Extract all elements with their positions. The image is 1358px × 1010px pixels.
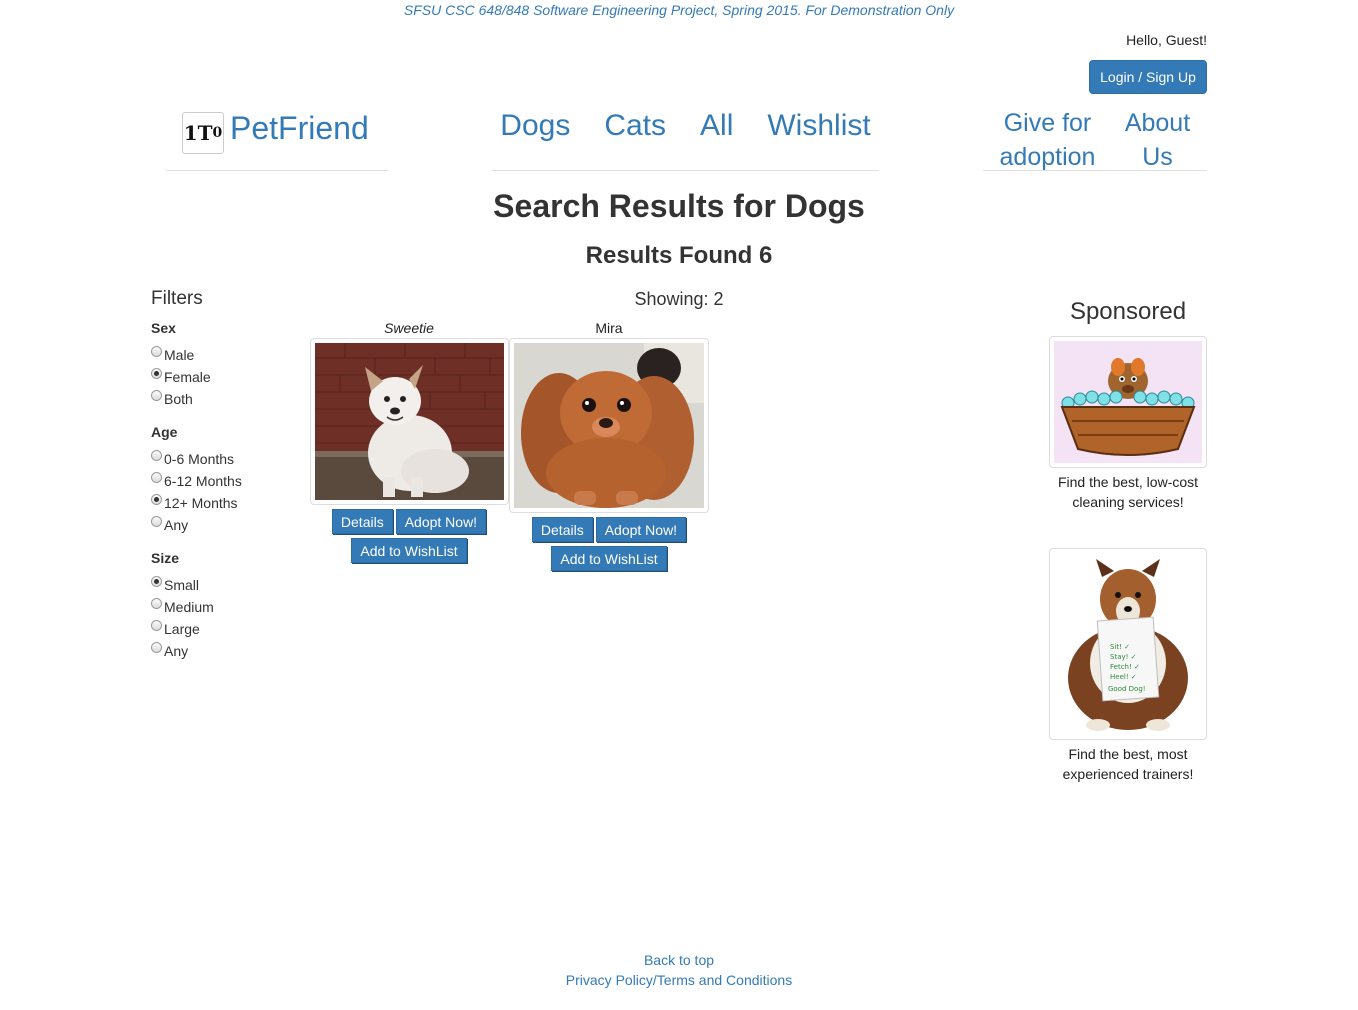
sponsored-ad-training[interactable]: Sit! ✓ Stay! ✓ Fetch! ✓ Heel! ✓ Good Dog… xyxy=(1049,548,1207,784)
svg-text:Good Dog!: Good Dog! xyxy=(1108,685,1146,693)
radio-button[interactable] xyxy=(151,389,162,401)
filter-age: Age 0-6 Months 6-12 Months 12+ Months An… xyxy=(151,424,301,536)
nav-cats[interactable]: Cats xyxy=(604,108,666,144)
filters-panel: Filters Sex Male Female Both Age 0-6 Mon… xyxy=(151,288,301,676)
filter-age-6-12[interactable]: 6-12 Months xyxy=(151,470,301,492)
filter-age-label: Age xyxy=(151,424,178,440)
ad-caption: Find the best, low-cost cleaning service… xyxy=(1057,474,1199,510)
add-to-wishlist-button[interactable]: Add to WishList xyxy=(551,546,667,571)
filter-size-large[interactable]: Large xyxy=(151,618,301,640)
demo-banner: SFSU CSC 648/848 Software Engineering Pr… xyxy=(403,2,955,18)
pet-photo[interactable] xyxy=(309,338,509,505)
filter-size-any[interactable]: Any xyxy=(151,640,301,662)
filter-age-12plus[interactable]: 12+ Months xyxy=(151,492,301,514)
sponsored-ad-cleaning[interactable]: Find the best, low-cost cleaning service… xyxy=(1049,336,1207,512)
filter-size: Size Small Medium Large Any xyxy=(151,550,301,662)
filter-size-medium[interactable]: Medium xyxy=(151,596,301,618)
login-signup-button[interactable]: Login / Sign Up xyxy=(1089,60,1207,94)
nav-dogs[interactable]: Dogs xyxy=(500,108,570,144)
radio-button[interactable] xyxy=(151,641,162,653)
privacy-terms-link[interactable]: Privacy Policy/Terms and Conditions xyxy=(566,972,792,988)
pet-name: Sweetie xyxy=(384,320,434,336)
secondary-nav: Give for adoption About Us xyxy=(983,106,1207,171)
radio-button[interactable] xyxy=(151,449,162,461)
adopt-now-button[interactable]: Adopt Now! xyxy=(395,509,487,534)
svg-text:Heel! ✓: Heel! ✓ xyxy=(1110,673,1137,681)
nav-all[interactable]: All xyxy=(700,108,733,144)
petfriend-logo-icon: 1T0 xyxy=(182,112,224,154)
radio-button-selected[interactable] xyxy=(151,493,162,505)
filter-sex: Sex Male Female Both xyxy=(151,320,301,410)
details-button[interactable]: Details xyxy=(531,517,593,542)
filter-size-small[interactable]: Small xyxy=(151,574,301,596)
filter-age-0-6[interactable]: 0-6 Months xyxy=(151,448,301,470)
ad-image[interactable] xyxy=(1049,336,1207,468)
pet-card: Sweetie Details Adopt Now! Add to WishLi… xyxy=(309,320,509,563)
radio-button[interactable] xyxy=(151,619,162,631)
brand-name-link[interactable]: PetFriend xyxy=(230,108,369,148)
filters-title: Filters xyxy=(151,288,203,309)
radio-button-selected[interactable] xyxy=(151,575,162,587)
svg-text:Fetch! ✓: Fetch! ✓ xyxy=(1110,663,1140,671)
greeting-text: Hello, Guest! xyxy=(1126,32,1207,48)
pet-name: Mira xyxy=(595,320,623,336)
filter-sex-male[interactable]: Male xyxy=(151,344,301,366)
details-button[interactable]: Details xyxy=(331,509,393,534)
brand[interactable]: 1T0 PetFriend xyxy=(166,108,388,171)
trained-dog-illustration: Sit! ✓ Stay! ✓ Fetch! ✓ Heel! ✓ Good Dog… xyxy=(1054,553,1202,735)
radio-button-selected[interactable] xyxy=(151,367,162,379)
nav-about-us[interactable]: About Us xyxy=(1118,106,1198,171)
filter-size-label: Size xyxy=(151,550,180,566)
ad-image[interactable]: Sit! ✓ Stay! ✓ Fetch! ✓ Heel! ✓ Good Dog… xyxy=(1049,548,1207,740)
white-dog-photo xyxy=(314,343,504,500)
ad-caption: Find the best, most experienced trainers… xyxy=(1062,746,1194,782)
spaniel-dog-photo xyxy=(514,343,704,508)
back-to-top-link[interactable]: Back to top xyxy=(644,952,714,968)
search-results-title: Search Results for Dogs xyxy=(493,188,865,224)
adopt-now-button[interactable]: Adopt Now! xyxy=(595,517,687,542)
results-count: Results Found 6 xyxy=(585,242,773,269)
pet-card: Mira Details Adopt Now! Add to WishList xyxy=(509,320,709,571)
pet-photo[interactable] xyxy=(509,338,709,513)
filter-age-any[interactable]: Any xyxy=(151,514,301,536)
filter-sex-label: Sex xyxy=(151,320,176,336)
dog-bath-illustration xyxy=(1054,341,1202,463)
add-to-wishlist-button[interactable]: Add to WishList xyxy=(351,538,467,563)
radio-button[interactable] xyxy=(151,345,162,357)
main-nav: Dogs Cats All Wishlist xyxy=(492,108,879,171)
svg-text:Sit! ✓: Sit! ✓ xyxy=(1110,643,1130,651)
radio-button[interactable] xyxy=(151,515,162,527)
radio-button[interactable] xyxy=(151,471,162,483)
filter-sex-both[interactable]: Both xyxy=(151,388,301,410)
nav-wishlist[interactable]: Wishlist xyxy=(767,108,870,144)
svg-text:Stay! ✓: Stay! ✓ xyxy=(1110,653,1137,661)
footer: Back to top Privacy Policy/Terms and Con… xyxy=(0,950,1358,990)
sponsored-title: Sponsored xyxy=(1069,298,1187,325)
radio-button[interactable] xyxy=(151,597,162,609)
filter-sex-female[interactable]: Female xyxy=(151,366,301,388)
nav-give-for-adoption[interactable]: Give for adoption xyxy=(993,106,1103,171)
